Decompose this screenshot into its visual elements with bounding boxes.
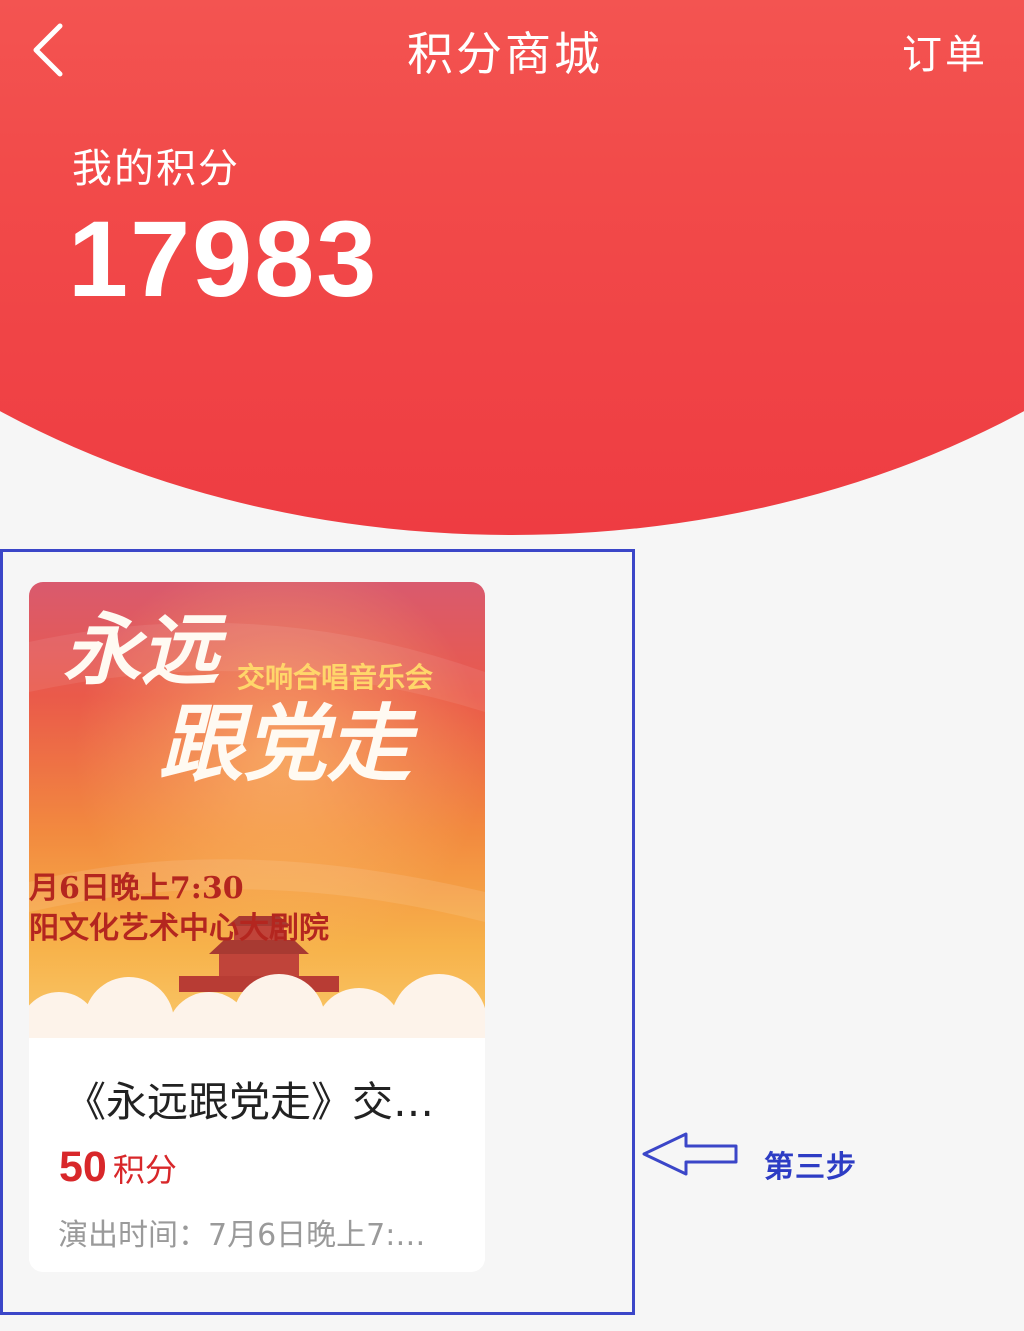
poster-title-line2: 跟党走: [159, 694, 412, 793]
show-time: 演出时间：7月6日晚上7:…: [58, 1218, 426, 1253]
poster-subtitle: 交响合唱音乐会: [237, 661, 434, 694]
step-label: 第三步: [764, 1150, 857, 1185]
poster-date: 月6日晚上7:30: [29, 871, 244, 906]
my-points-label: 我的积分: [72, 146, 240, 192]
arrow-left-icon: [642, 1132, 738, 1176]
poster-title-line1: 永远: [63, 605, 220, 696]
price-value: 50: [59, 1143, 107, 1191]
poster-venue: 阳文化艺术中心大剧院: [29, 911, 329, 946]
my-points-value: 17983: [68, 198, 379, 319]
orders-link[interactable]: 订单: [902, 22, 988, 80]
price-unit: 积分: [112, 1151, 177, 1189]
product-price: 50 积分: [59, 1143, 177, 1192]
product-poster[interactable]: 永远 跟党走 交响合唱音乐会 月6日晚上7:30 阳文化艺术中心大剧院: [29, 582, 485, 1038]
product-title[interactable]: 《永远跟党走》交…: [65, 1068, 465, 1128]
points-header: 积分商城 订单 我的积分 17983: [0, 0, 1024, 535]
product-info: 《永远跟党走》交… 50 积分 演出时间：7月6日晚上7:…: [29, 1038, 485, 1272]
product-card[interactable]: 永远 跟党走 交响合唱音乐会 月6日晚上7:30 阳文化艺术中心大剧院 《永远跟…: [29, 582, 485, 1272]
page-title: 积分商城: [407, 27, 603, 81]
